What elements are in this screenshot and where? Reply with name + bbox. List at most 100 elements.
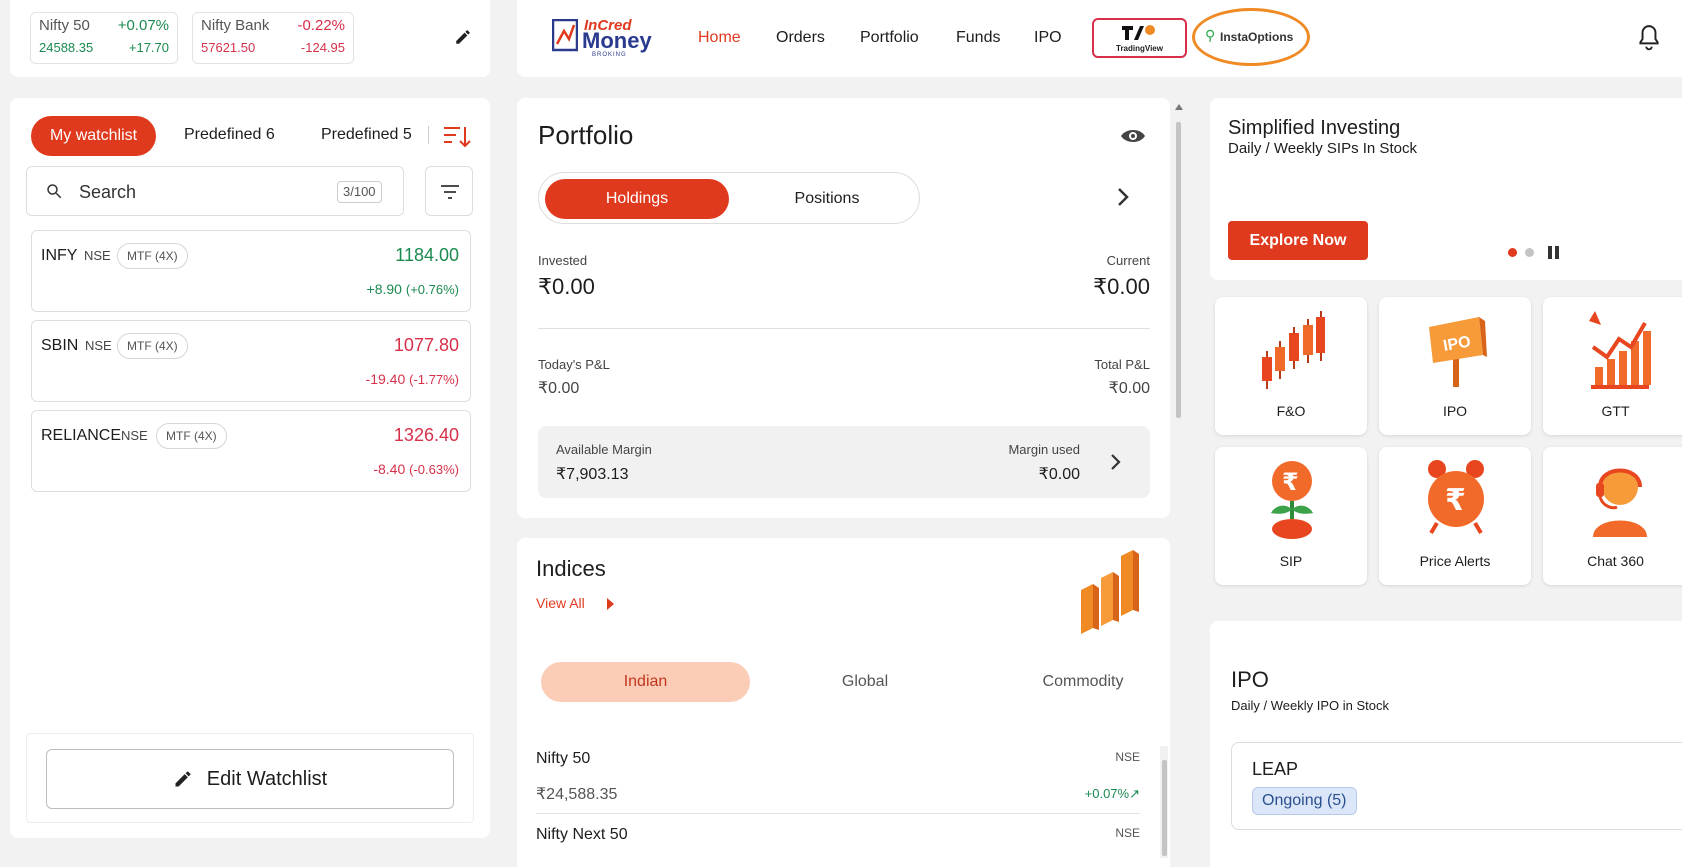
candlestick-chart-icon — [1262, 311, 1325, 389]
carousel-dot-active[interactable] — [1508, 248, 1517, 257]
nav-portfolio[interactable]: Portfolio — [860, 29, 919, 47]
search-icon — [47, 184, 62, 199]
tile-label: IPO — [1442, 403, 1468, 419]
stock-ltp: 1326.40 — [393, 425, 459, 445]
edit-watchlist-button[interactable]: Edit Watchlist — [46, 749, 454, 809]
stock-change: -8.40 (-0.63%) — [373, 461, 459, 477]
bell-icon[interactable] — [1636, 24, 1662, 57]
portfolio-title: Portfolio — [538, 120, 634, 150]
tile-label: GTT — [1601, 403, 1630, 419]
tile-chat-360[interactable]: Chat 360 — [1543, 447, 1682, 585]
pencil-icon[interactable] — [454, 28, 472, 51]
watchlist-stock-sbin[interactable]: SBIN NSE MTF (4X) 1077.80 -19.40 (-1.77%… — [31, 320, 471, 402]
portfolio-divider — [538, 328, 1150, 329]
tab-positions[interactable]: Positions — [739, 179, 915, 219]
growth-chart-icon — [1589, 311, 1651, 389]
promo-title: Simplified Investing — [1228, 117, 1401, 139]
ticker-nifty-50[interactable]: Nifty 50 +0.07% 24588.35 +17.70 — [30, 12, 178, 64]
tradingview-logo-icon — [1122, 25, 1155, 40]
index-row-nifty-50[interactable]: Nifty 50 NSE ₹24,588.35 +0.07%↗ — [536, 740, 1140, 814]
nav-home[interactable]: Home — [698, 29, 741, 47]
instaoptions-button[interactable]: ⚲ InstaOptions — [1192, 8, 1310, 66]
promo-subtitle: Daily / Weekly SIPs In Stock — [1228, 140, 1417, 157]
rupee-plant-icon: ₹ — [1271, 461, 1313, 539]
index-change: +0.07%↗ — [1085, 786, 1140, 802]
stock-change-value: -8.40 — [373, 461, 406, 477]
nav-orders[interactable]: Orders — [776, 29, 825, 47]
filter-button[interactable] — [425, 166, 473, 216]
stock-change-pct: (-0.63%) — [409, 462, 459, 477]
ipo-signboard-icon: IPO — [1429, 317, 1487, 387]
tradingview-button[interactable]: TradingView — [1092, 18, 1187, 58]
tile-sip[interactable]: ₹ SIP — [1215, 447, 1367, 585]
stock-change: +8.90 (+0.76%) — [367, 281, 459, 297]
stock-symbol: SBIN — [41, 337, 79, 354]
ticker-name: Nifty 50 — [39, 17, 90, 34]
watchlist-stock-infy[interactable]: INFY NSE MTF (4X) 1184.00 +8.90 (+0.76%) — [31, 230, 471, 312]
available-margin-label: Available Margin — [556, 442, 652, 457]
tab-commodity[interactable]: Commodity — [978, 662, 1188, 702]
tile-label: Price Alerts — [1419, 553, 1491, 569]
logo-text-broking: BROKING — [592, 52, 627, 58]
tab-indian[interactable]: Indian — [541, 662, 750, 702]
tile-fno[interactable]: F&O — [1215, 297, 1367, 435]
ticker-nifty-bank[interactable]: Nifty Bank -0.22% 57621.50 -124.95 — [192, 12, 354, 64]
stock-change: -19.40 (-1.77%) — [366, 371, 459, 387]
tab-divider — [428, 126, 429, 144]
index-value: ₹24,588.35 — [536, 786, 618, 803]
scroll-up-arrow-icon[interactable] — [1175, 104, 1183, 110]
stock-change-pct: (-1.77%) — [409, 372, 459, 387]
nav-funds[interactable]: Funds — [956, 29, 1000, 47]
chevron-right-icon[interactable] — [1110, 453, 1122, 471]
tile-label: F&O — [1276, 403, 1306, 419]
current-value: ₹0.00 — [1093, 274, 1150, 299]
tab-global[interactable]: Global — [760, 662, 970, 702]
tab-my-watchlist[interactable]: My watchlist — [31, 116, 156, 156]
indices-scrollbar-thumb[interactable] — [1162, 760, 1167, 856]
view-all-link[interactable]: View All — [536, 595, 585, 611]
index-name: Nifty 50 — [536, 750, 591, 767]
carousel-dot[interactable] — [1525, 248, 1534, 257]
tab-predefined-6[interactable]: Predefined 6 — [184, 126, 275, 144]
mtf-badge: MTF (4X) — [156, 423, 227, 449]
ticker-name: Nifty Bank — [201, 17, 270, 34]
ipo-status-badge: Ongoing (5) — [1252, 787, 1357, 815]
watchlist-stock-reliance[interactable]: RELIANCE NSE MTF (4X) 1326.40 -8.40 (-0.… — [31, 410, 471, 492]
total-pl-label: Total P&L — [1094, 357, 1150, 372]
tradingview-label: TradingView — [1116, 44, 1163, 53]
tab-holdings[interactable]: Holdings — [545, 179, 729, 219]
index-exchange: NSE — [1115, 750, 1140, 764]
tile-label: SIP — [1279, 553, 1303, 569]
stock-change-value: +8.90 — [366, 281, 402, 297]
index-name: Nifty Next 50 — [536, 826, 628, 843]
play-arrow-icon[interactable] — [607, 598, 614, 610]
tab-predefined-5[interactable]: Predefined 5 — [321, 126, 412, 144]
logo-text-money: Money — [582, 28, 652, 53]
ipo-card-title: LEAP — [1252, 759, 1299, 779]
stock-exchange: NSE — [121, 428, 148, 443]
stock-symbol: INFY — [41, 247, 78, 264]
index-row-nifty-next-50[interactable]: Nifty Next 50 NSE — [536, 816, 1140, 856]
eye-icon[interactable] — [1120, 126, 1146, 151]
chevron-right-icon[interactable] — [1116, 186, 1130, 213]
today-pl-label: Today's P&L — [538, 357, 610, 372]
ticker-change: +17.70 — [128, 40, 169, 55]
bar-chart-illustration-icon — [1081, 550, 1139, 634]
tile-price-alerts[interactable]: ₹ Price Alerts — [1379, 447, 1531, 585]
search-input[interactable]: Search 3/100 — [26, 166, 404, 216]
ipo-card-leap[interactable]: LEAP Ongoing (5) — [1231, 742, 1682, 830]
pause-icon[interactable] — [1548, 246, 1560, 259]
middle-scrollbar-thumb[interactable] — [1176, 122, 1181, 418]
incred-money-logo[interactable]: InCred Money BROKING — [552, 17, 652, 59]
nav-ipo[interactable]: IPO — [1034, 29, 1062, 47]
sort-icon[interactable] — [442, 124, 472, 155]
watchlist-count-badge: 3/100 — [337, 181, 382, 203]
margin-summary-card[interactable]: Available Margin ₹7,903.13 Margin used ₹… — [538, 426, 1150, 498]
ipo-subtitle: Daily / Weekly IPO in Stock — [1231, 698, 1389, 713]
explore-now-button[interactable]: Explore Now — [1228, 221, 1368, 260]
ticker-value: 57621.50 — [201, 40, 256, 55]
current-label: Current — [1106, 253, 1150, 268]
stock-exchange: NSE — [85, 338, 112, 353]
tile-gtt[interactable]: GTT — [1543, 297, 1682, 435]
tile-ipo[interactable]: IPO IPO — [1379, 297, 1531, 435]
